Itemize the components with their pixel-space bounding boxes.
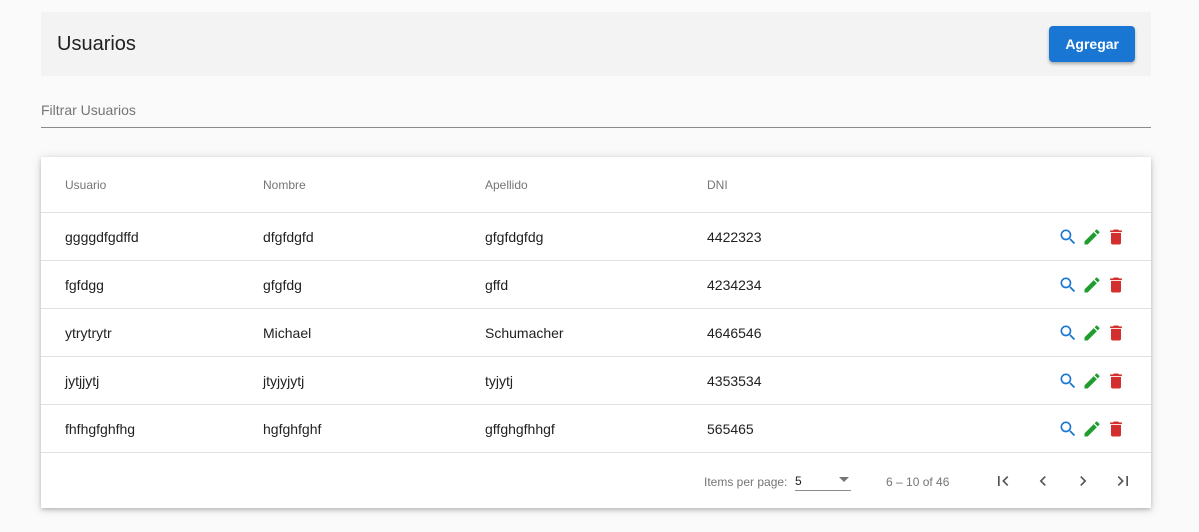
view-button[interactable] (1058, 227, 1078, 247)
delete-button[interactable] (1106, 419, 1126, 439)
cell-dni: 4646546 (707, 324, 762, 341)
cell-apellido: gffd (485, 276, 509, 293)
edit-pencil-icon (1084, 324, 1100, 340)
delete-button[interactable] (1106, 227, 1126, 247)
edit-button[interactable] (1082, 419, 1102, 439)
chevron-left-icon (1039, 476, 1046, 486)
delete-button[interactable] (1106, 275, 1126, 295)
chevron-right-icon (1080, 476, 1087, 486)
delete-trash-icon (1110, 229, 1122, 244)
table-row: ytrytrytr Michael Schumacher 4646546 (41, 309, 1151, 357)
search-icon (1060, 277, 1076, 292)
delete-trash-icon (1110, 421, 1122, 436)
table-row: fgfdgg gfgfdg gffd 4234234 (41, 261, 1151, 309)
cell-dni: 4353534 (707, 372, 762, 389)
cell-apellido: tyjytj (485, 372, 513, 389)
table-row: jytjjytj jtyjyjytj tyjytj 4353534 (41, 357, 1151, 405)
add-button[interactable]: Agregar (1049, 26, 1135, 62)
view-button[interactable] (1058, 323, 1078, 343)
items-per-page-select[interactable]: 5 (795, 469, 851, 491)
table-row: ggggdfgdffd dfgfdgfd gfgfdgfdg 4422323 (41, 213, 1151, 261)
last-page-button[interactable] (1109, 467, 1137, 495)
cell-dni: 565465 (707, 420, 754, 437)
cell-nombre: Michael (263, 324, 312, 341)
cell-dni: 4234234 (707, 276, 762, 293)
search-icon (1060, 229, 1076, 244)
cell-dni: 4422323 (707, 228, 762, 245)
chevron-down-icon (839, 477, 849, 482)
paginator: Items per page: 5 6 – 10 of 46 (41, 453, 1151, 509)
row-actions (1058, 275, 1126, 295)
cell-apellido: gffghgfhhgf (485, 420, 555, 437)
delete-trash-icon (1110, 277, 1122, 292)
edit-button[interactable] (1082, 323, 1102, 343)
cell-usuario: fhfhgfghfhg (65, 420, 136, 437)
cell-apellido: gfgfdgfdg (485, 228, 544, 245)
next-page-button[interactable] (1069, 467, 1097, 495)
column-header-usuario[interactable]: Usuario (65, 178, 106, 192)
items-per-page-label: Items per page: (704, 475, 788, 489)
column-header-apellido[interactable]: Apellido (485, 178, 528, 192)
search-icon (1060, 421, 1076, 436)
cell-usuario: ytrytrytr (65, 324, 112, 341)
previous-page-button[interactable] (1029, 467, 1057, 495)
search-icon (1060, 373, 1076, 388)
page-header: Usuarios Agregar (41, 12, 1151, 76)
last-page-icon (1117, 476, 1128, 486)
delete-trash-icon (1110, 373, 1122, 388)
cell-apellido: Schumacher (485, 324, 564, 341)
view-button[interactable] (1058, 275, 1078, 295)
cell-nombre: gfgfdg (263, 276, 302, 293)
table-header-row: Usuario Nombre Apellido DNI (41, 157, 1151, 213)
edit-pencil-icon (1084, 372, 1100, 388)
row-actions (1058, 419, 1126, 439)
cell-nombre: dfgfdgfd (263, 228, 314, 245)
edit-button[interactable] (1082, 227, 1102, 247)
edit-pencil-icon (1084, 228, 1100, 244)
row-actions (1058, 323, 1126, 343)
first-page-button[interactable] (989, 467, 1017, 495)
delete-trash-icon (1110, 325, 1122, 340)
users-table-card: Usuario Nombre Apellido DNI ggggdfgdffd d… (41, 157, 1151, 508)
column-header-dni[interactable]: DNI (707, 178, 728, 192)
search-icon (1060, 325, 1076, 340)
view-button[interactable] (1058, 419, 1078, 439)
cell-usuario: ggggdfgdffd (65, 228, 139, 245)
edit-button[interactable] (1082, 371, 1102, 391)
cell-usuario: jytjjytj (65, 372, 100, 389)
table-row: fhfhgfghfhg hgfghfghf gffghgfhhgf 565465 (41, 405, 1151, 453)
edit-pencil-icon (1084, 276, 1100, 292)
edit-pencil-icon (1084, 420, 1100, 436)
first-page-icon (998, 476, 1009, 486)
filter-input[interactable] (41, 96, 1151, 118)
page-range-label: 6 – 10 of 46 (886, 475, 950, 489)
view-button[interactable] (1058, 371, 1078, 391)
column-header-nombre[interactable]: Nombre (263, 178, 306, 192)
cell-nombre: hgfghfghf (263, 420, 322, 437)
cell-nombre: jtyjyjytj (263, 372, 305, 389)
row-actions (1058, 371, 1126, 391)
page-title: Usuarios (57, 32, 136, 55)
edit-button[interactable] (1082, 275, 1102, 295)
filter-field[interactable] (41, 96, 1151, 128)
delete-button[interactable] (1106, 323, 1126, 343)
cell-usuario: fgfdgg (65, 276, 104, 293)
delete-button[interactable] (1106, 371, 1126, 391)
row-actions (1058, 227, 1126, 247)
items-per-page-value: 5 (795, 474, 802, 488)
